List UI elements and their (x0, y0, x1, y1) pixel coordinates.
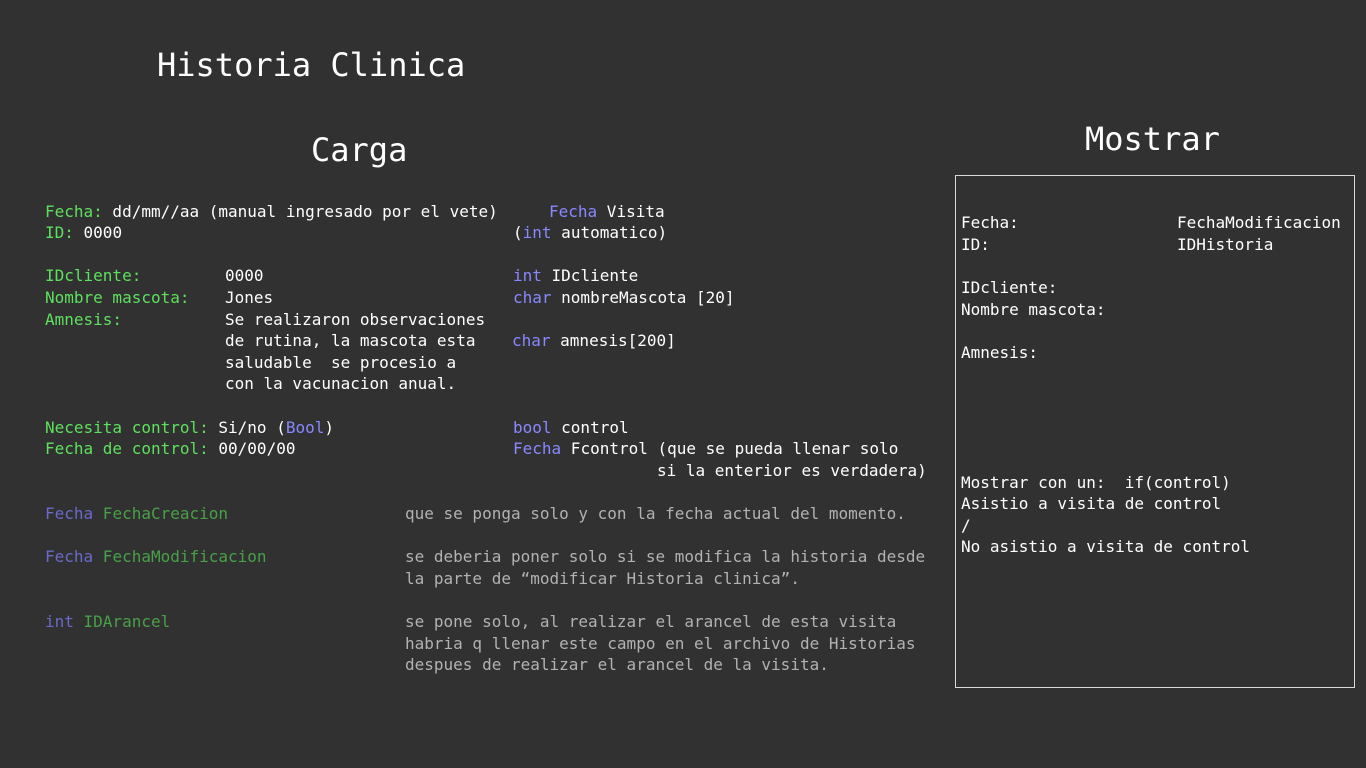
id-type-rest: automatico) (551, 223, 668, 242)
mostrar-id-label: ID: (961, 235, 990, 254)
control-key: Necesita control: (45, 418, 209, 437)
control-type: bool (513, 418, 552, 437)
control-value-b: Bool (285, 418, 325, 437)
creacion-name: FechaCreacion (93, 504, 229, 523)
mostrar-control-line: / (961, 516, 971, 535)
nombre-value: Jones (225, 288, 274, 307)
page-title: Historia Clinica (157, 46, 466, 84)
amnesis-line: saludable se procesio a (225, 353, 457, 372)
amnesis-line: con la vacunacion anual. (225, 374, 457, 393)
idcliente-name: IDcliente (541, 266, 639, 285)
amnesis-line: de rutina, la mascota esta (225, 331, 476, 350)
arancel-note-line: despues de realizar el arancel de la vis… (405, 655, 829, 674)
amnesis-type: char (512, 331, 551, 350)
arancel-name: IDArancel (73, 612, 171, 631)
mostrar-amnesis-label: Amnesis: (961, 343, 1039, 362)
id-value: 0000 (73, 223, 123, 242)
modif-note-line: se deberia poner solo si se modifica la … (405, 547, 926, 566)
mostrar-nombre-label: Nombre mascota: (961, 300, 1106, 319)
fcontrol-row: Fecha de control: 00/00/00 (45, 438, 295, 460)
fcontrol-key: Fecha de control: (45, 439, 209, 458)
control-name: control (551, 418, 629, 437)
control-value-c: ) (324, 418, 334, 437)
modif-row: Fecha FechaModificacion (45, 546, 267, 568)
id-row: ID: 0000 (45, 222, 122, 244)
modif-note-line: la parte de “modificar Historia clinica”… (405, 569, 800, 588)
fcontrol-value: 00/00/00 (208, 439, 296, 458)
mostrar-fecha-label: Fecha: (961, 213, 1019, 232)
mostrar-control-line: Asistio a visita de control (961, 494, 1222, 513)
fecha-type: Fecha (549, 202, 598, 221)
control-value-a: Si/no ( (208, 418, 286, 437)
fcontrol-type-row: Fecha Fcontrol (que se pueda llenar solo (513, 438, 898, 460)
creacion-row: Fecha FechaCreacion (45, 503, 228, 525)
fecha-value: dd/mm//aa (manual ingresado por el vete) (102, 202, 498, 221)
id-key: ID: (45, 223, 74, 242)
carga-heading: Carga (311, 131, 408, 169)
mostrar-box (955, 175, 1355, 688)
arancel-note-line: habria q llenar este campo en el archivo… (405, 634, 916, 653)
fcontrol-name-line2: si la enterior es verdadera) (657, 461, 927, 480)
id-type-row: (int automatico) (513, 222, 667, 244)
idcliente-value: 0000 (225, 266, 264, 285)
mostrar-fecha-value: FechaModificacion (1177, 213, 1341, 232)
idcliente-key: IDcliente: (45, 266, 142, 285)
id-type: int (522, 223, 552, 242)
idcliente-type-row: int IDcliente (513, 265, 638, 287)
fcontrol-name: Fcontrol (que se pueda llenar solo (561, 439, 899, 458)
control-type-row: bool control (513, 417, 629, 439)
mostrar-control-line: Mostrar con un: if(control) (961, 473, 1231, 492)
mostrar-id-value: IDHistoria (1177, 235, 1274, 254)
arancel-type: int (45, 612, 74, 631)
amnesis-name: amnesis[200] (550, 331, 676, 350)
nombre-key: Nombre mascota: (45, 288, 190, 307)
fecha-key: Fecha: (45, 202, 103, 221)
arancel-row: int IDArancel (45, 611, 170, 633)
fecha-type-row: Fecha Visita (549, 201, 665, 223)
nombre-name: nombreMascota [20] (551, 288, 735, 307)
modif-type: Fecha (45, 547, 94, 566)
nombre-type-row: char nombreMascota [20] (513, 287, 735, 309)
modif-name: FechaModificacion (93, 547, 267, 566)
amnesis-line: Se realizaron observaciones (225, 310, 486, 329)
nombre-type: char (513, 288, 552, 307)
amnesis-type-row: char amnesis[200] (512, 330, 676, 352)
mostrar-idcliente-label: IDcliente: (961, 278, 1058, 297)
arancel-note-line: se pone solo, al realizar el arancel de … (405, 612, 897, 631)
id-type-open: ( (513, 223, 523, 242)
control-row: Necesita control: Si/no (Bool) (45, 417, 334, 439)
mostrar-control-line: No asistio a visita de control (961, 537, 1250, 556)
mostrar-heading: Mostrar (1085, 120, 1220, 158)
creacion-note: que se ponga solo y con la fecha actual … (405, 504, 906, 523)
amnesis-key: Amnesis: (45, 310, 123, 329)
fcontrol-type: Fecha (513, 439, 562, 458)
fecha-row: Fecha: dd/mm//aa (manual ingresado por e… (45, 201, 498, 223)
fecha-name: Visita (597, 202, 665, 221)
idcliente-type: int (513, 266, 542, 285)
creacion-type: Fecha (45, 504, 94, 523)
